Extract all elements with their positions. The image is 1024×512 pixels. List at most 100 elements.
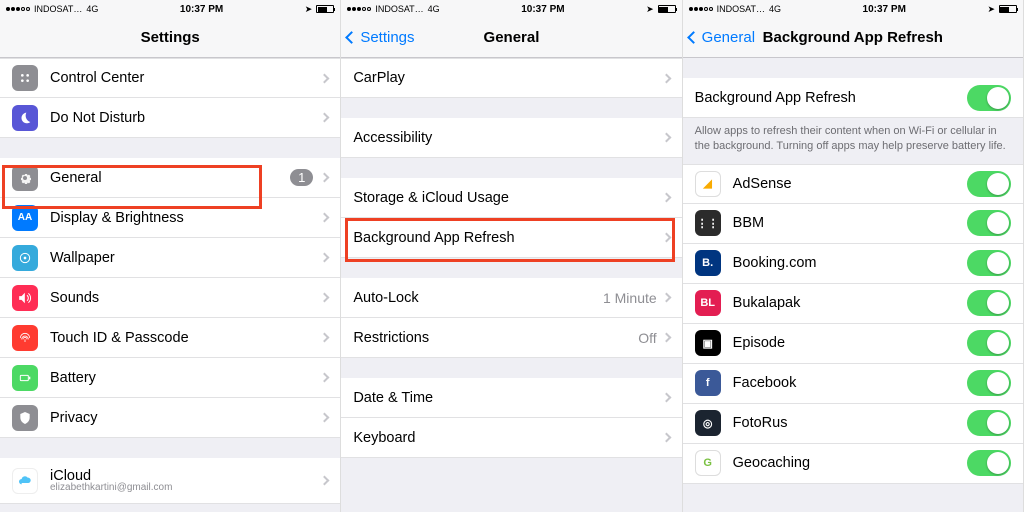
row-touchid-passcode[interactable]: Touch ID & Passcode [0, 318, 340, 358]
row-auto-lock[interactable]: Auto-Lock 1 Minute [341, 278, 681, 318]
row-label: Date & Time [353, 390, 662, 406]
row-control-center[interactable]: Control Center [0, 58, 340, 98]
row-app-bukalapak[interactable]: BLBukalapak [683, 284, 1023, 324]
toggle-switch[interactable] [967, 210, 1011, 236]
wallpaper-icon [12, 245, 38, 271]
row-label: Touch ID & Passcode [50, 330, 321, 346]
chevron-left-icon [687, 31, 700, 44]
row-label: Privacy [50, 410, 321, 426]
row-background-app-refresh[interactable]: Background App Refresh [341, 218, 681, 258]
row-do-not-disturb[interactable]: Do Not Disturb [0, 98, 340, 138]
location-icon: ➤ [987, 4, 995, 15]
location-icon: ➤ [646, 4, 654, 15]
row-privacy[interactable]: Privacy [0, 398, 340, 438]
chevron-right-icon [320, 413, 330, 423]
status-bar: INDOSAT… 4G 10:37 PM ➤ [341, 0, 681, 18]
row-battery[interactable]: Battery [0, 358, 340, 398]
chevron-right-icon [320, 213, 330, 223]
carrier-label: INDOSAT… [375, 4, 423, 14]
toggle-switch[interactable] [967, 171, 1011, 197]
toggle-switch[interactable] [967, 250, 1011, 276]
row-master-toggle[interactable]: Background App Refresh [683, 78, 1023, 118]
chevron-right-icon [320, 113, 330, 123]
nav-header: General Background App Refresh [683, 18, 1023, 58]
row-general[interactable]: General 1 [0, 158, 340, 198]
moon-icon [12, 105, 38, 131]
status-time: 10:37 PM [521, 4, 564, 15]
row-carplay[interactable]: CarPlay [341, 58, 681, 98]
screen-bg-app-refresh: INDOSAT… 4G 10:37 PM ➤ General Backgroun… [683, 0, 1024, 512]
row-label: FotoRus [733, 415, 967, 431]
battery-icon [658, 5, 676, 13]
location-icon: ➤ [305, 4, 313, 15]
toggle-switch[interactable] [967, 85, 1011, 111]
row-restrictions[interactable]: Restrictions Off [341, 318, 681, 358]
row-date-time[interactable]: Date & Time [341, 378, 681, 418]
status-time: 10:37 PM [180, 4, 223, 15]
back-label: General [702, 29, 755, 46]
app-icon: ▣ [695, 330, 721, 356]
row-keyboard[interactable]: Keyboard [341, 418, 681, 458]
row-label: Keyboard [353, 430, 662, 446]
carrier-label: INDOSAT… [717, 4, 765, 14]
chevron-right-icon [661, 133, 671, 143]
screen-settings: INDOSAT… 4G 10:37 PM ➤ Settings Control … [0, 0, 341, 512]
network-label: 4G [428, 4, 440, 14]
chevron-right-icon [320, 293, 330, 303]
row-app-geocaching[interactable]: GGeocaching [683, 444, 1023, 484]
chevron-right-icon [661, 293, 671, 303]
back-label: Settings [360, 29, 414, 46]
toggle-switch[interactable] [967, 290, 1011, 316]
toggle-switch[interactable] [967, 450, 1011, 476]
chevron-right-icon [320, 173, 330, 183]
status-bar: INDOSAT… 4G 10:37 PM ➤ [0, 0, 340, 18]
nav-header: Settings [0, 18, 340, 58]
row-storage[interactable]: Storage & iCloud Usage [341, 178, 681, 218]
row-label: Battery [50, 370, 321, 386]
row-app-fotorus[interactable]: ◎ FotoRus [683, 404, 1023, 444]
chevron-right-icon [320, 333, 330, 343]
app-icon: B. [695, 250, 721, 276]
row-label: Episode [733, 335, 967, 351]
row-display-brightness[interactable]: AA Display & Brightness [0, 198, 340, 238]
row-accessibility[interactable]: Accessibility [341, 118, 681, 158]
badge: 1 [290, 169, 313, 186]
row-label: Background App Refresh [353, 230, 662, 246]
battery-icon [12, 365, 38, 391]
row-app-episode[interactable]: ▣ Episode [683, 324, 1023, 364]
row-label: Bukalapak [733, 295, 967, 311]
battery-icon [316, 5, 334, 13]
row-app-adsense[interactable]: ◢AdSense [683, 164, 1023, 204]
page-title: General [484, 29, 540, 46]
chevron-left-icon [345, 31, 358, 44]
display-icon: AA [12, 205, 38, 231]
status-time: 10:37 PM [863, 4, 906, 15]
row-label: General [50, 170, 290, 186]
row-label: Accessibility [353, 130, 662, 146]
chevron-right-icon [320, 253, 330, 263]
row-label: Restrictions [353, 330, 638, 346]
row-app-bbm[interactable]: ⋮⋮BBM [683, 204, 1023, 244]
toggle-switch[interactable] [967, 370, 1011, 396]
toggle-switch[interactable] [967, 410, 1011, 436]
privacy-icon [12, 405, 38, 431]
chevron-right-icon [320, 476, 330, 486]
toggle-switch[interactable] [967, 330, 1011, 356]
control-center-icon [12, 65, 38, 91]
page-title: Background App Refresh [763, 29, 943, 46]
row-label: Control Center [50, 70, 321, 86]
app-icon: f [695, 370, 721, 396]
row-wallpaper[interactable]: Wallpaper [0, 238, 340, 278]
row-detail: Off [638, 330, 656, 346]
back-button[interactable]: Settings [347, 29, 414, 46]
back-button[interactable]: General [689, 29, 755, 46]
chevron-right-icon [661, 193, 671, 203]
row-app-facebook[interactable]: fFacebook [683, 364, 1023, 404]
row-app-booking-com[interactable]: B.Booking.com [683, 244, 1023, 284]
screen-general: INDOSAT… 4G 10:37 PM ➤ Settings General … [341, 0, 682, 512]
row-icloud[interactable]: iCloud elizabethkartini@gmail.com [0, 458, 340, 504]
row-sounds[interactable]: Sounds [0, 278, 340, 318]
app-icon: ◎ [695, 410, 721, 436]
app-icon: G [695, 450, 721, 476]
row-label: Storage & iCloud Usage [353, 190, 662, 206]
